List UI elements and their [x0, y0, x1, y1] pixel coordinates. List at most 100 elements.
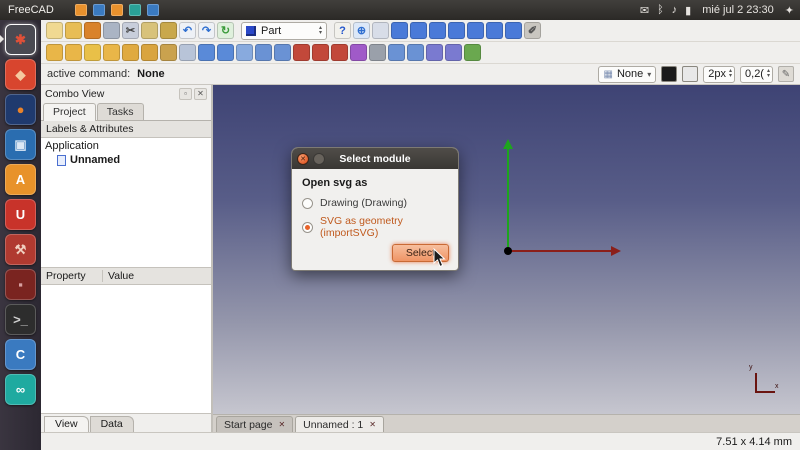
annotation-icon[interactable]: ✎ [778, 66, 794, 82]
redo-icon[interactable]: ↷ [198, 22, 215, 39]
revolve-icon[interactable] [217, 44, 234, 61]
tray-icon-4[interactable] [129, 4, 141, 16]
sweep-icon[interactable] [426, 44, 443, 61]
right-view-icon[interactable] [448, 22, 465, 39]
spinner-arrows-icon[interactable]: ▴▾ [767, 69, 770, 79]
print-icon[interactable] [103, 22, 120, 39]
close-tab-icon[interactable]: ✕ [278, 420, 285, 429]
document-tab[interactable]: Unnamed : 1 ✕ [295, 416, 384, 432]
boolean-union-icon[interactable] [293, 44, 310, 61]
check-geometry-icon[interactable] [464, 44, 481, 61]
workbench-selector[interactable]: Part ▴▾ [241, 22, 327, 40]
cone-icon[interactable] [103, 44, 120, 61]
close-icon[interactable]: ✕ [297, 153, 309, 165]
firefox-icon[interactable]: ● [5, 94, 36, 125]
top-view-icon[interactable] [429, 22, 446, 39]
point-size-spinner[interactable]: 0,2( ▴▾ [740, 66, 773, 83]
fillet-icon[interactable] [255, 44, 272, 61]
torus-icon[interactable] [122, 44, 139, 61]
bluetooth-indicator-icon[interactable]: ᛒ [657, 4, 664, 16]
paste-icon[interactable] [160, 22, 177, 39]
cross-sections-icon[interactable] [369, 44, 386, 61]
launcher-glyph: A [16, 173, 25, 186]
rear-view-icon[interactable] [467, 22, 484, 39]
tree-item-application[interactable]: Application [41, 139, 211, 153]
session-menu-icon[interactable]: ✦ [785, 4, 794, 17]
mirror-icon[interactable] [236, 44, 253, 61]
clock-indicator[interactable]: mié jul 2 23:30 [702, 4, 774, 16]
ubuntu-one-icon[interactable]: U [5, 199, 36, 230]
extrude-icon[interactable] [198, 44, 215, 61]
radio-option[interactable]: SVG as geometry (importSVG) [302, 215, 448, 239]
tray-icon-5[interactable] [147, 4, 159, 16]
selection-view-dropdown[interactable]: ▦ None ▾ [598, 66, 656, 83]
radio-option[interactable]: Drawing (Drawing) [302, 197, 448, 209]
detach-panel-icon[interactable]: ▫ [179, 88, 192, 100]
close-tab-icon[interactable]: ✕ [369, 420, 376, 429]
tray-icon-2[interactable] [93, 4, 105, 16]
bottom-view-icon[interactable] [486, 22, 503, 39]
import-icon[interactable] [179, 44, 196, 61]
undo-icon[interactable]: ↶ [179, 22, 196, 39]
dark-red-app-icon[interactable]: ▪ [5, 269, 36, 300]
thickness-icon[interactable] [407, 44, 424, 61]
cut-icon[interactable]: ✂ [122, 22, 139, 39]
box-icon[interactable] [46, 44, 63, 61]
boolean-common-icon[interactable] [312, 44, 329, 61]
dialog-titlebar[interactable]: ✕ Select module [292, 148, 458, 169]
spinner-arrows-icon[interactable]: ▴▾ [729, 69, 732, 79]
open-folder-icon[interactable] [65, 22, 82, 39]
boolean-cut-icon[interactable] [331, 44, 348, 61]
messaging-indicator-icon[interactable]: ✉ [640, 4, 649, 17]
battery-indicator-icon[interactable]: ▮ [685, 4, 691, 17]
fit-all-icon[interactable]: ⊕ [353, 22, 370, 39]
tree-item-unnamed[interactable]: Unnamed [41, 153, 211, 167]
cylinder-icon[interactable] [65, 44, 82, 61]
section-icon[interactable] [350, 44, 367, 61]
property-table-body[interactable] [41, 285, 211, 414]
shape-builder-icon[interactable] [160, 44, 177, 61]
radio-dot [305, 201, 310, 206]
tray-icon-3[interactable] [111, 4, 123, 16]
copy-icon[interactable] [141, 22, 158, 39]
tray-icon-1[interactable] [75, 4, 87, 16]
document-tab[interactable]: Start page ✕ [216, 416, 293, 432]
loft-icon[interactable] [445, 44, 462, 61]
axonometric-view-icon[interactable] [391, 22, 408, 39]
combo-tab[interactable]: Project [43, 103, 96, 121]
measure-distance-icon[interactable]: ✐ [524, 22, 541, 39]
combo-tab[interactable]: Tasks [97, 103, 144, 120]
left-view-icon[interactable] [505, 22, 522, 39]
offset-icon[interactable] [388, 44, 405, 61]
software-center-icon[interactable]: ◆ [5, 59, 36, 90]
window-button-icon[interactable] [313, 153, 325, 165]
property-column-header[interactable]: Value [103, 270, 139, 282]
blue-app-icon[interactable]: ▣ [5, 129, 36, 160]
close-panel-icon[interactable]: ✕ [194, 88, 207, 100]
line-color-swatch[interactable] [661, 66, 677, 82]
property-view-tab[interactable]: View [44, 416, 89, 432]
whats-this-icon[interactable]: ? [334, 22, 351, 39]
face-color-swatch[interactable] [682, 66, 698, 82]
freecad-desktop: FreeCAD ✉ᛒ♪▮ mié jul 2 23:30 ✦ ✱ ◆ ● ▣ A… [0, 0, 800, 450]
letter-a-app-icon[interactable]: A [5, 164, 36, 195]
tools-app-icon[interactable]: ⚒ [5, 234, 36, 265]
radio-option-label: SVG as geometry (importSVG) [320, 215, 448, 239]
sound-indicator-icon[interactable]: ♪ [672, 4, 678, 16]
terminal-icon[interactable]: >_ [5, 304, 36, 335]
new-document-icon[interactable] [46, 22, 63, 39]
launcher-glyph: C [16, 348, 25, 361]
create-primitives-icon[interactable] [141, 44, 158, 61]
freecad-launcher-icon[interactable]: ✱ [5, 24, 36, 55]
chamfer-icon[interactable] [274, 44, 291, 61]
save-icon[interactable] [84, 22, 101, 39]
line-width-spinner[interactable]: 2px ▴▾ [703, 66, 735, 83]
infinity-app-icon[interactable]: ∞ [5, 374, 36, 405]
property-view-tab[interactable]: Data [90, 416, 134, 432]
property-column-header[interactable]: Property [41, 270, 103, 282]
sphere-icon[interactable] [84, 44, 101, 61]
draw-style-icon[interactable] [372, 22, 389, 39]
front-view-icon[interactable] [410, 22, 427, 39]
refresh-icon[interactable]: ↻ [217, 22, 234, 39]
chromium-icon[interactable]: C [5, 339, 36, 370]
